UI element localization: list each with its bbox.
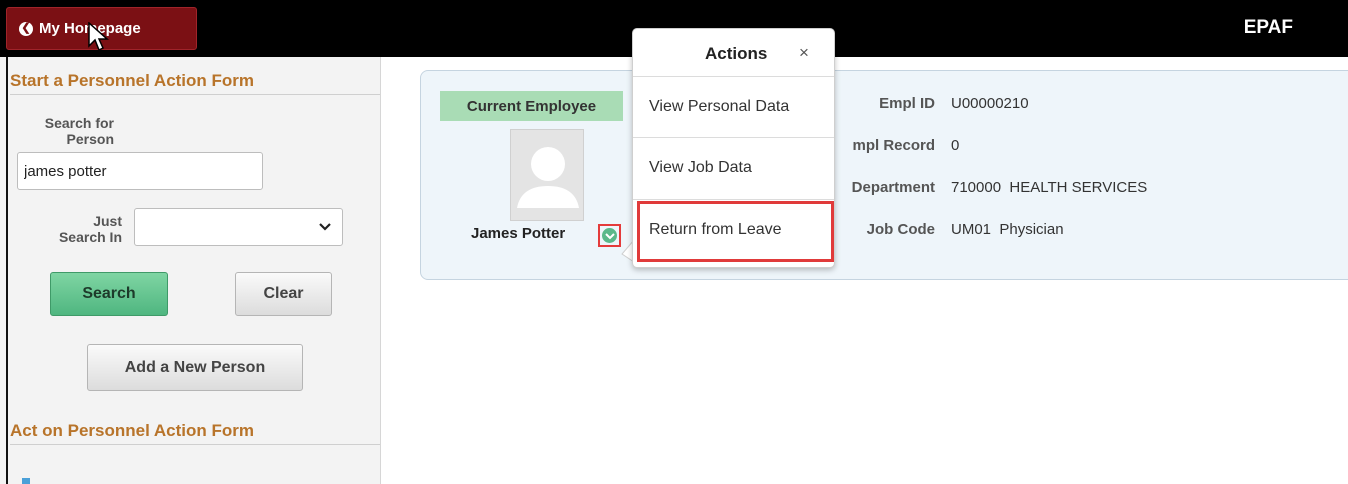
chevron-left-icon: ❮ [19, 21, 33, 36]
search-button[interactable]: Search [50, 272, 168, 316]
actions-popup-title: Actions [705, 44, 768, 63]
mouse-cursor-icon [88, 22, 109, 52]
person-placeholder-icon [517, 147, 579, 208]
empl-id-value: U00000210 [951, 95, 1029, 112]
chevron-down-icon [319, 223, 331, 231]
job-code-value: UM01 Physician [951, 221, 1064, 238]
start-paf-section-title: Start a Personnel Action Form [10, 71, 255, 90]
clear-button[interactable]: Clear [235, 272, 332, 316]
department-value: 710000 HEALTH SERVICES [951, 179, 1148, 196]
section-divider [10, 94, 380, 95]
menu-item-view-job-data[interactable]: View Job Data [649, 159, 752, 177]
section-divider [10, 444, 380, 445]
menu-item-view-personal-data[interactable]: View Personal Data [649, 98, 789, 116]
avatar [510, 129, 584, 221]
search-person-input[interactable] [17, 152, 263, 190]
related-actions-button[interactable] [598, 224, 621, 247]
popup-divider [633, 199, 834, 200]
search-for-label: Search for Person [44, 115, 114, 147]
partial-icon [22, 478, 30, 484]
popup-divider [633, 76, 834, 77]
just-search-in-select[interactable] [134, 208, 343, 246]
popup-divider [633, 137, 834, 138]
left-edge-divider [6, 57, 8, 484]
chevron-down-circle-icon [602, 228, 617, 243]
close-icon[interactable]: × [799, 43, 809, 63]
employee-name: James Potter [471, 225, 566, 242]
actions-popup: Actions × View Personal Data View Job Da… [632, 28, 835, 268]
just-search-in-label: Just Search In [58, 213, 122, 245]
current-employee-badge: Current Employee [440, 91, 623, 121]
empl-record-value: 0 [951, 137, 960, 154]
menu-item-return-from-leave[interactable]: Return from Leave [649, 221, 782, 239]
add-new-person-button[interactable]: Add a New Person [87, 344, 303, 391]
app-title: EPAF [1243, 17, 1293, 38]
act-paf-section-title: Act on Personnel Action Form [10, 421, 255, 440]
